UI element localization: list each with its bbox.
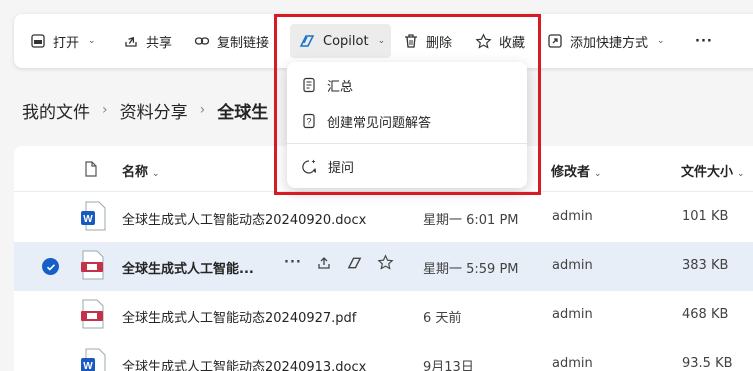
file-modified: 星期一 5:59 PM (423, 262, 519, 277)
chevron-down-icon: ⌄ (377, 36, 386, 46)
file-modified: 6 天前 (423, 311, 462, 326)
breadcrumb-shared-docs[interactable]: 资料分享 (120, 98, 188, 123)
menu-item-summarize[interactable]: 汇总 (287, 69, 527, 101)
share-icon (125, 36, 137, 47)
row-quick-actions: ··· (284, 254, 394, 271)
breadcrumb-current-folder: 全球生 (217, 102, 269, 123)
file-name[interactable]: 全球生成式人工智能动态20240927.pdf (122, 307, 356, 326)
file-size: 468 KB (682, 307, 729, 322)
word-file-icon: W (81, 201, 106, 231)
file-modified-by[interactable]: admin (552, 356, 593, 371)
svg-text:?: ? (306, 117, 311, 127)
table-row[interactable]: W 全球生成式人工智能动态20240920.docx 星期一 6:01 PM a… (14, 193, 753, 242)
favorite-button[interactable]: 收藏 (475, 14, 525, 68)
pdf-file-icon (81, 250, 104, 280)
file-modified: 星期一 6:01 PM (423, 213, 519, 228)
open-icon (31, 34, 45, 48)
copilot-icon (299, 35, 315, 47)
column-name-label: 名称 (122, 165, 149, 180)
link-icon (194, 37, 210, 45)
file-size: 383 KB (682, 258, 729, 273)
svg-text:W: W (83, 361, 93, 371)
more-icon: ··· (695, 33, 713, 49)
trash-icon (405, 34, 417, 48)
favorite-label: 收藏 (499, 35, 526, 51)
add-shortcut-button[interactable]: 添加快捷方式 ⌄ (547, 14, 665, 68)
chevron-right-icon: › (102, 102, 108, 118)
checkmark-icon[interactable] (42, 258, 59, 275)
column-header-modified-by[interactable]: 修改者 ⌄ (551, 161, 602, 180)
file-size: 101 KB (682, 209, 729, 224)
svg-text:W: W (83, 214, 93, 225)
share-button[interactable]: 共享 (123, 14, 172, 68)
summary-icon (303, 77, 315, 93)
file-modified-by[interactable]: admin (552, 258, 593, 273)
delete-button[interactable]: 删除 (403, 14, 452, 68)
column-header-size[interactable]: 文件大小 ⌄ (681, 161, 745, 180)
chevron-down-icon: ⌄ (88, 36, 96, 46)
table-row[interactable]: W 全球生成式人工智能动态20240913.docx 9月13日 admin 9… (14, 340, 753, 371)
column-header-name[interactable]: 名称 ⌄ (122, 161, 160, 180)
file-modified: 9月13日 (423, 360, 474, 371)
chevron-down-icon: ⌄ (737, 169, 745, 179)
file-modified-by[interactable]: admin (552, 209, 593, 224)
shortcut-icon (548, 34, 562, 48)
more-button[interactable]: ··· (695, 14, 713, 68)
file-name[interactable]: 全球生成式人工智能动态20240913.docx (122, 356, 366, 371)
breadcrumb-my-files[interactable]: 我的文件 (22, 98, 90, 123)
file-size: 93.5 KB (682, 356, 733, 371)
file-type-header-icon (84, 161, 98, 181)
more-options-icon[interactable]: ··· (284, 255, 302, 270)
copilot-menu: 汇总 ? 创建常见问题解答 提问 (287, 62, 527, 188)
star-icon (475, 32, 492, 49)
file-name[interactable]: 全球生成式人工智能动态20240920.docx (122, 209, 366, 228)
faq-icon: ? (303, 113, 315, 129)
delete-label: 删除 (426, 35, 453, 51)
menu-divider (287, 143, 527, 144)
pdf-file-icon (81, 299, 104, 329)
chevron-down-icon: ⌄ (657, 36, 665, 46)
file-name[interactable]: 全球生成式人工智能... (122, 258, 254, 277)
chevron-down-icon: ⌄ (152, 169, 160, 179)
chevron-right-icon: › (199, 102, 206, 118)
ask-icon (302, 159, 317, 174)
copilot-label: Copilot (323, 33, 369, 49)
share-label: 共享 (146, 35, 173, 51)
command-bar: 打开 ⌄ 共享 复制链接 Copilot ⌄ 删除 收藏 添加快捷方式 ⌄ ··… (14, 14, 753, 68)
copilot-icon[interactable] (346, 255, 363, 271)
column-modified-by-label: 修改者 (551, 165, 591, 180)
breadcrumb: 我的文件 › 资料分享 › 全球生 (22, 96, 268, 124)
open-button[interactable]: 打开 ⌄ (30, 14, 96, 68)
chevron-down-icon: ⌄ (594, 169, 602, 179)
star-icon[interactable] (377, 254, 394, 271)
menu-item-ask[interactable]: 提问 (287, 150, 527, 182)
word-file-icon: W (81, 348, 106, 371)
share-icon[interactable] (316, 255, 332, 271)
file-modified-by[interactable]: admin (552, 307, 593, 322)
add-shortcut-label: 添加快捷方式 (570, 35, 649, 51)
menu-item-label: 提问 (328, 160, 355, 176)
table-row[interactable]: 全球生成式人工智能动态20240927.pdf 6 天前 admin 468 K… (14, 291, 753, 340)
menu-item-create-faq[interactable]: ? 创建常见问题解答 (287, 105, 527, 137)
menu-item-label: 创建常见问题解答 (327, 115, 432, 131)
copy-link-label: 复制链接 (217, 35, 270, 51)
open-label: 打开 (53, 35, 80, 51)
menu-item-label: 汇总 (327, 79, 354, 95)
copilot-button[interactable]: Copilot ⌄ (290, 24, 392, 58)
copy-link-button[interactable]: 复制链接 (194, 14, 269, 68)
table-row-selected[interactable]: 全球生成式人工智能... ··· 星期一 5:59 PM admin 383 K… (14, 242, 753, 291)
column-size-label: 文件大小 (681, 165, 734, 180)
